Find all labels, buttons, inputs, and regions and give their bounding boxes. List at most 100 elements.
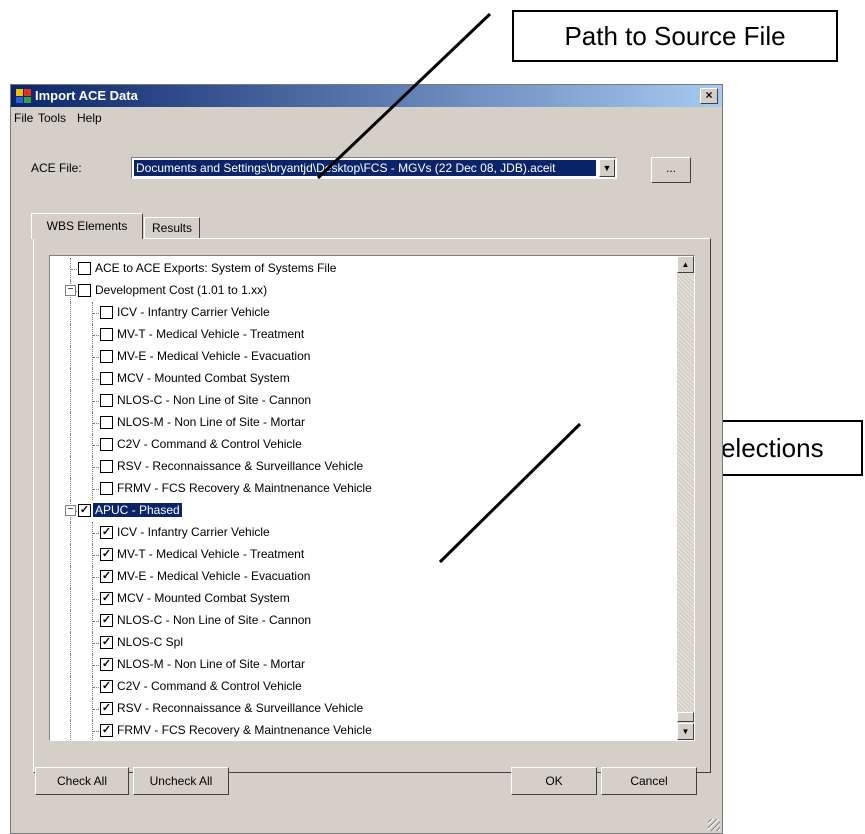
scroll-up-icon[interactable]: ▲ (677, 256, 694, 273)
tree-row[interactable]: ✓ NLOS-C Spl (50, 632, 670, 654)
callout-path-to-source: Path to Source File (512, 10, 838, 62)
tree-row[interactable]: − ✓ APUC - Phased (50, 500, 670, 522)
tree-row[interactable]: FRMV - FCS Recovery & Maintnenance Vehic… (50, 478, 670, 500)
checkbox-checked[interactable]: ✓ (100, 570, 113, 583)
tree-guide-line (70, 610, 71, 632)
tree-row-label: C2V - Command & Control Vehicle (117, 437, 302, 451)
menu-bar: File Tools Help (11, 107, 722, 129)
tree-guide-line (70, 588, 71, 610)
tree-guide-line (70, 654, 71, 676)
tree-guide-line (70, 632, 71, 654)
checkbox-unchecked[interactable] (100, 460, 113, 473)
wbs-tree[interactable]: ACE to ACE Exports: System of Systems Fi… (49, 255, 695, 741)
tree-row[interactable]: ✓ RSV - Reconnaissance & Surveillance Veh… (50, 698, 670, 720)
tree-row[interactable]: MV-E - Medical Vehicle - Evacuation (50, 346, 670, 368)
tree-guide-line (70, 324, 71, 346)
checkbox-checked[interactable]: ✓ (100, 680, 113, 693)
tree-row[interactable]: ✓ NLOS-M - Non Line of Site - Mortar (50, 654, 670, 676)
tree-guide-line (70, 676, 71, 698)
checkbox-unchecked[interactable] (100, 306, 113, 319)
tree-guide-line (70, 522, 71, 544)
tree-row[interactable]: ICV - Infantry Carrier Vehicle (50, 302, 670, 324)
tab-results[interactable]: Results (144, 217, 200, 239)
tree-row-label: FRMV - FCS Recovery & Maintnenance Vehic… (117, 723, 372, 737)
checkbox-checked[interactable]: ✓ (100, 702, 113, 715)
ace-file-path[interactable]: Documents and Settings\bryantjd\Desktop\… (134, 160, 596, 176)
tree-row[interactable]: NLOS-C - Non Line of Site - Cannon (50, 390, 670, 412)
tree-row-label: MV-E - Medical Vehicle - Evacuation (117, 569, 311, 583)
dropdown-arrow-icon[interactable]: ▼ (599, 159, 615, 177)
cancel-button[interactable]: Cancel (601, 767, 697, 795)
uncheck-all-button[interactable]: Uncheck All (133, 767, 229, 795)
menu-help[interactable]: Help (77, 111, 102, 125)
tree-row-label: ICV - Infantry Carrier Vehicle (117, 305, 270, 319)
tree-row-label: ACE to ACE Exports: System of Systems Fi… (95, 261, 337, 275)
tree-row-label: MCV - Mounted Combat System (117, 371, 290, 385)
tree-guide-line (70, 478, 71, 500)
tree-row-label: NLOS-C - Non Line of Site - Cannon (117, 613, 312, 627)
tree-row-label: ICV - Infantry Carrier Vehicle (117, 525, 270, 539)
menu-tools[interactable]: Tools (38, 111, 66, 125)
checkbox-checked[interactable]: ✓ (100, 526, 113, 539)
checkbox-unchecked[interactable] (78, 262, 91, 275)
tree-row-label: APUC - Phased (93, 503, 182, 517)
tree-row[interactable]: ✓ MCV - Mounted Combat System (50, 588, 670, 610)
tree-row[interactable]: NLOS-M - Non Line of Site - Mortar (50, 412, 670, 434)
tree-row[interactable]: ACE to ACE Exports: System of Systems Fi… (50, 258, 670, 280)
tree-guide-line (70, 368, 71, 390)
checkbox-checked[interactable]: ✓ (100, 636, 113, 649)
close-button[interactable]: × (700, 88, 718, 104)
check-all-button[interactable]: Check All (35, 767, 129, 795)
app-icon (16, 89, 31, 103)
ok-button[interactable]: OK (511, 767, 597, 795)
resize-grip-icon[interactable] (708, 819, 720, 831)
checkbox-unchecked[interactable] (100, 482, 113, 495)
checkbox-checked[interactable]: ✓ (100, 614, 113, 627)
checkbox-checked[interactable]: ✓ (100, 724, 113, 737)
scroll-down-icon[interactable]: ▼ (677, 723, 694, 740)
tree-row[interactable]: ✓ NLOS-C - Non Line of Site - Cannon (50, 610, 670, 632)
checkbox-unchecked[interactable] (100, 372, 113, 385)
tree-row[interactable]: ✓ MV-E - Medical Vehicle - Evacuation (50, 566, 670, 588)
tree-row-label: RSV - Reconnaissance & Surveillance Vehi… (117, 701, 364, 715)
tree-row-label: NLOS-M - Non Line of Site - Mortar (117, 415, 306, 429)
tree-row[interactable]: ✓ MV-T - Medical Vehicle - Treatment (50, 544, 670, 566)
checkbox-unchecked[interactable] (78, 284, 91, 297)
tree-row[interactable]: ✓ FRMV - FCS Recovery & Maintnenance Vehi… (50, 720, 670, 740)
tree-row-label: MV-E - Medical Vehicle - Evacuation (117, 349, 311, 363)
checkbox-checked[interactable]: ✓ (78, 504, 91, 517)
ace-file-combobox[interactable]: Documents and Settings\bryantjd\Desktop\… (131, 157, 617, 179)
browse-button[interactable]: ... (651, 157, 691, 183)
tree-row-label: NLOS-M - Non Line of Site - Mortar (117, 657, 306, 671)
checkbox-checked[interactable]: ✓ (100, 548, 113, 561)
tree-row-label: C2V - Command & Control Vehicle (117, 679, 302, 693)
title-bar[interactable]: Import ACE Data × (11, 85, 722, 107)
tree-row[interactable]: C2V - Command & Control Vehicle (50, 434, 670, 456)
checkbox-unchecked[interactable] (100, 416, 113, 429)
tree-guide-line (70, 434, 71, 456)
tree-guide-line (70, 698, 71, 720)
vertical-scrollbar[interactable]: ▲ ▼ (677, 256, 694, 740)
menu-file[interactable]: File (14, 111, 33, 125)
tree-row[interactable]: ✓ ICV - Infantry Carrier Vehicle (50, 522, 670, 544)
collapse-icon[interactable]: − (65, 285, 76, 296)
checkbox-unchecked[interactable] (100, 328, 113, 341)
checkbox-unchecked[interactable] (100, 350, 113, 363)
tree-guide-line (70, 346, 71, 368)
tree-row[interactable]: MCV - Mounted Combat System (50, 368, 670, 390)
tree-row[interactable]: MV-T - Medical Vehicle - Treatment (50, 324, 670, 346)
tree-row[interactable]: RSV - Reconnaissance & Surveillance Vehi… (50, 456, 670, 478)
tree-row[interactable]: ✓ C2V - Command & Control Vehicle (50, 676, 670, 698)
tree-guide-line (70, 544, 71, 566)
ace-file-label: ACE File: (31, 161, 82, 175)
checkbox-checked[interactable]: ✓ (100, 658, 113, 671)
checkbox-checked[interactable]: ✓ (100, 592, 113, 605)
tab-wbs-elements[interactable]: WBS Elements (31, 213, 143, 239)
checkbox-unchecked[interactable] (100, 394, 113, 407)
import-ace-dialog: Import ACE Data × File Tools Help ACE Fi… (10, 84, 723, 834)
collapse-icon[interactable]: − (65, 505, 76, 516)
tree-guide-line (70, 390, 71, 412)
tree-row[interactable]: − Development Cost (1.01 to 1.xx) (50, 280, 670, 302)
checkbox-unchecked[interactable] (100, 438, 113, 451)
scroll-thumb[interactable] (677, 712, 694, 722)
